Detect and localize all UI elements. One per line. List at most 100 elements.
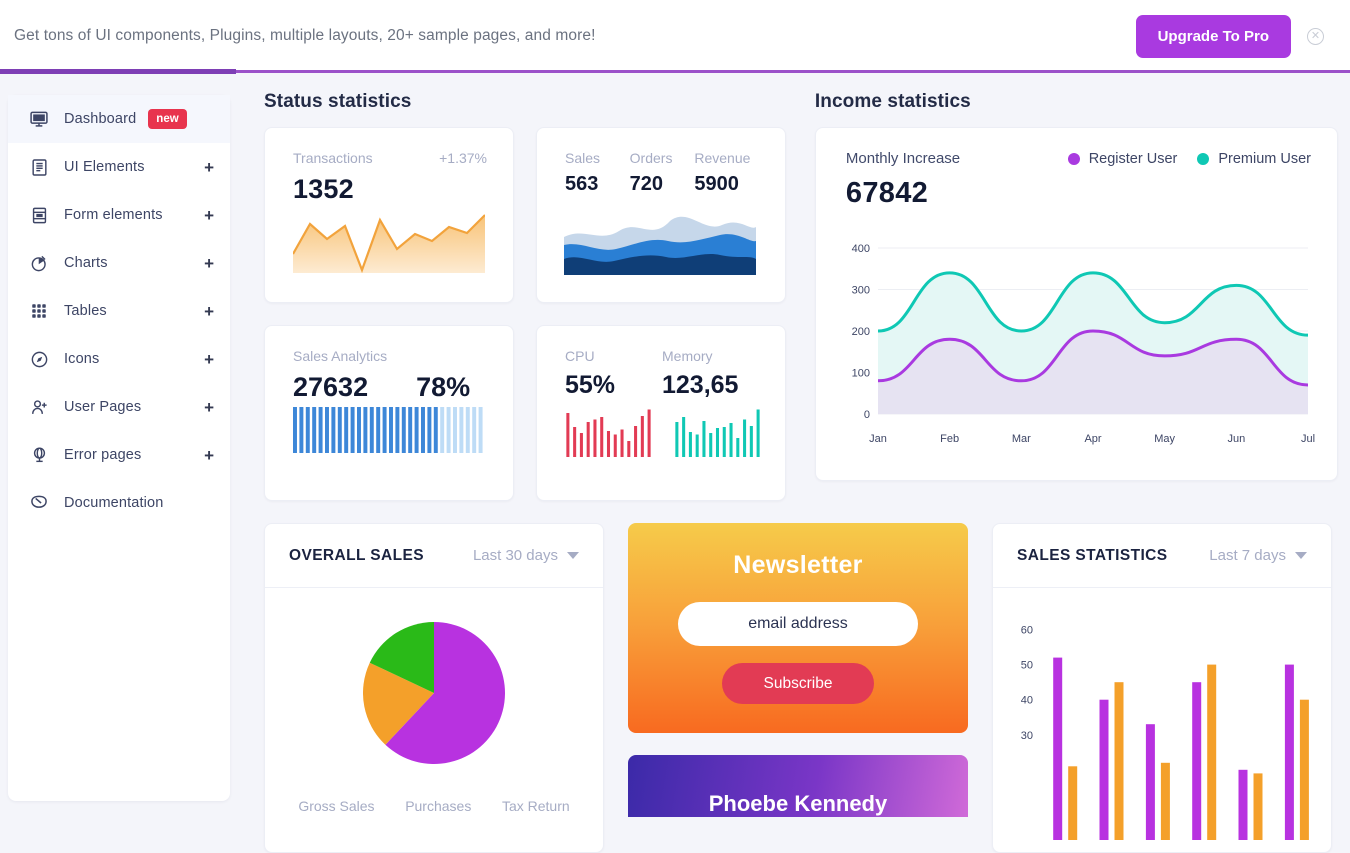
expand-plus-icon[interactable]: +	[204, 255, 214, 272]
chevron-down-icon	[1295, 552, 1307, 559]
newsletter-column: Newsletter Subscribe Phoebe Kennedy	[628, 523, 968, 853]
sidebar-item-label: User Pages	[64, 399, 142, 415]
expand-plus-icon[interactable]: +	[204, 351, 214, 368]
user-add-icon	[28, 396, 50, 418]
metric-memory: Memory 123,65	[662, 348, 759, 400]
svg-text:40: 40	[1021, 695, 1033, 707]
close-circle-icon[interactable]: ✕	[1307, 27, 1324, 45]
sidebar-item-label: UI Elements	[64, 159, 145, 175]
status-statistics-column: Status statistics Transactions +1.37% 13…	[264, 75, 801, 501]
sidebar-item-error-pages[interactable]: Error pages +	[8, 431, 230, 479]
svg-text:Mar: Mar	[1012, 433, 1031, 445]
transactions-header: Transactions +1.37%	[293, 150, 487, 166]
metric-label: Revenue	[694, 150, 751, 166]
svg-text:May: May	[1154, 433, 1175, 445]
overall-sales-panel: OVERALL SALES Last 30 days Gross Sales P…	[264, 523, 604, 853]
overall-sales-header: OVERALL SALES Last 30 days	[265, 524, 603, 588]
sidebar-item-dashboard[interactable]: Dashboard new	[8, 95, 230, 143]
legend-label: Premium User	[1218, 150, 1311, 167]
top-columns: Status statistics Transactions +1.37% 13…	[264, 75, 1338, 501]
expand-plus-icon[interactable]: +	[204, 159, 214, 176]
subscribe-button[interactable]: Subscribe	[722, 663, 874, 704]
profile-card: Phoebe Kennedy	[628, 755, 968, 817]
sidebar-item-documentation[interactable]: Documentation	[8, 479, 230, 527]
sidebar-item-label: Tables	[64, 303, 107, 319]
svg-text:300: 300	[852, 285, 870, 297]
svg-text:100: 100	[852, 368, 870, 380]
svg-text:50: 50	[1021, 660, 1033, 672]
svg-text:60: 60	[1021, 625, 1033, 637]
sidebar-item-tables[interactable]: Tables +	[8, 287, 230, 335]
monthly-increase-value: 67842	[845, 177, 929, 209]
globe-icon	[28, 444, 50, 466]
legend-dot-icon	[1197, 152, 1210, 165]
upgrade-to-pro-button[interactable]: Upgrade To Pro	[1135, 14, 1291, 58]
income-legend: Register User Premium User	[1067, 150, 1311, 167]
main-content: Status statistics Transactions +1.37% 13…	[240, 75, 1350, 853]
sales-analytics-card: Sales Analytics 27632 78%	[264, 325, 514, 501]
range-label: Last 7 days	[1209, 547, 1286, 564]
memory-sparkbars	[674, 407, 762, 462]
status-card-row-1: Transactions +1.37% 1352 Sales 563 Order…	[264, 127, 801, 303]
sales-orders-revenue-metrics: Sales 563 Orders 720 Revenue 5900	[565, 150, 759, 196]
sidebar-item-label: Charts	[64, 255, 108, 271]
metric-value: 55%	[565, 371, 616, 399]
status-statistics-title: Status statistics	[264, 91, 412, 112]
metric-label: CPU	[565, 348, 595, 364]
svg-text:Jun: Jun	[1227, 433, 1245, 445]
legend-label: Register User	[1088, 150, 1178, 167]
overall-sales-range-select[interactable]: Last 30 days	[473, 547, 579, 564]
sales-statistics-range-select[interactable]: Last 7 days	[1209, 547, 1307, 564]
expand-plus-icon[interactable]: +	[204, 303, 214, 320]
bottom-row: OVERALL SALES Last 30 days Gross Sales P…	[264, 523, 1338, 853]
app-shell: Dashboard new UI Elements + Form element…	[0, 75, 1350, 853]
pie-legend-gross-sales: Gross Sales	[298, 798, 375, 814]
pie-chart-icon	[28, 252, 50, 274]
sales-statistics-bar-chart: 60 50 40 30	[993, 588, 1331, 852]
svg-text:0: 0	[864, 409, 870, 421]
sales-analytics-label: Sales Analytics	[293, 348, 388, 364]
chevron-down-icon	[567, 552, 579, 559]
income-card-header: Monthly Increase Register User Premium U…	[846, 150, 1311, 167]
income-statistics-title: Income statistics	[814, 91, 971, 112]
metric-revenue: Revenue 5900	[694, 150, 759, 196]
document-icon	[28, 156, 50, 178]
transactions-value: 1352	[293, 174, 354, 204]
cpu-memory-card: CPU 55% Memory 123,65	[536, 325, 786, 501]
metric-label: Sales	[565, 150, 601, 166]
sidebar: Dashboard new UI Elements + Form element…	[8, 95, 230, 801]
metric-label: Orders	[629, 150, 673, 166]
sidebar-item-charts[interactable]: Charts +	[8, 239, 230, 287]
sidebar-item-icons[interactable]: Icons +	[8, 335, 230, 383]
expand-plus-icon[interactable]: +	[204, 399, 214, 416]
sidebar-item-form-elements[interactable]: Form elements +	[8, 191, 230, 239]
overall-sales-title: OVERALL SALES	[289, 546, 424, 564]
legend-premium-user: Premium User	[1197, 151, 1311, 167]
newsletter-title: Newsletter	[733, 551, 863, 579]
promo-underline-active	[0, 69, 236, 74]
newsletter-email-input[interactable]	[678, 602, 918, 646]
svg-text:30: 30	[1021, 730, 1033, 742]
svg-text:Feb: Feb	[940, 433, 959, 445]
profile-name: Phoebe Kennedy	[708, 791, 888, 816]
metric-sales: Sales 563	[565, 150, 630, 196]
expand-plus-icon[interactable]: +	[204, 447, 214, 464]
income-area-chart: 0 100 200 300 400 Jan Feb Mar Apr May Jun Jul	[838, 236, 1328, 471]
transactions-label: Transactions	[293, 150, 373, 166]
sidebar-item-ui-elements[interactable]: UI Elements +	[8, 143, 230, 191]
sidebar-badge-new: new	[148, 109, 187, 129]
sidebar-item-label: Error pages	[64, 447, 142, 463]
status-card-row-2: Sales Analytics 27632 78% CPU 55% Memory…	[264, 325, 801, 501]
income-statistics-card: Monthly Increase Register User Premium U…	[814, 127, 1338, 481]
metric-value: 563	[565, 173, 599, 195]
compass-icon	[28, 348, 50, 370]
sidebar-item-label: Form elements	[64, 207, 163, 223]
promo-text: Get tons of UI components, Plugins, mult…	[14, 27, 596, 44]
expand-plus-icon[interactable]: +	[204, 207, 214, 224]
monthly-increase-label: Monthly Increase	[845, 150, 961, 167]
sidebar-item-user-pages[interactable]: User Pages +	[8, 383, 230, 431]
monitor-icon	[28, 108, 50, 130]
pie-legend-tax-return: Tax Return	[501, 798, 570, 814]
sales-analytics-values: 27632 78%	[293, 372, 487, 403]
form-icon	[28, 204, 50, 226]
